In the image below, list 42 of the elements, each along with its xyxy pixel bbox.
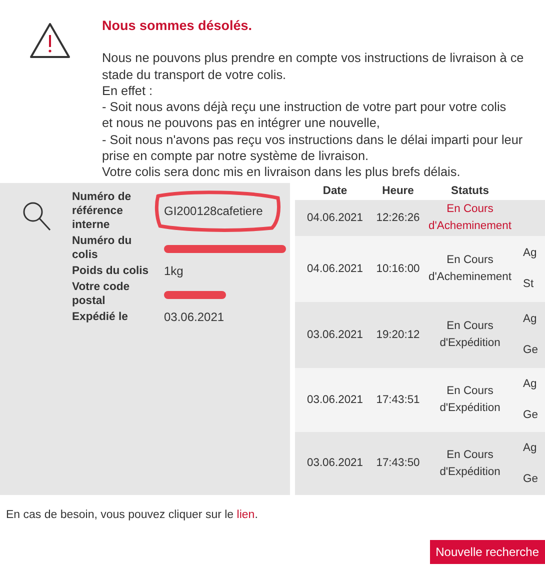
table-cell-text: 04.06.2021 <box>306 210 364 226</box>
error-title: Nous sommes désolés. <box>102 17 254 35</box>
status-cell-text: En Cours d'Acheminement <box>428 253 512 285</box>
table-cell-text: Ag <box>523 246 537 262</box>
field-label: Votre code postal <box>72 280 131 308</box>
status-cell-text: En Cours d'Expédition <box>438 448 502 480</box>
table-cell-text: 17:43:51 <box>375 392 421 408</box>
status-cell-text: En Cours d'Expédition <box>438 319 502 351</box>
table-cell-text: 03.06.2021 <box>306 456 364 472</box>
table-cell-text: Ge <box>523 343 538 358</box>
column-header: Date <box>322 184 348 200</box>
table-cell-text: Ag <box>523 440 537 456</box>
field-value: GI200128cafetiere <box>164 204 263 218</box>
field-label: Poids du colis <box>72 264 150 278</box>
table-cell-text: Ag <box>523 377 537 392</box>
field-value: 1kg <box>164 264 184 278</box>
table-cell-text: Ag <box>523 312 537 328</box>
field-label: Numéro du colis <box>72 234 133 262</box>
table-cell-text: St <box>523 277 534 292</box>
table-cell-text: Ge <box>523 408 538 423</box>
new-search-button[interactable]: Nouvelle recherche <box>430 540 545 564</box>
error-message: Nous ne pouvons plus prendre en compte vos instructions de livraison à ce stade du transport de votre colis. En effet : - Soit nous avons déjà reçu une instruction de votre part pour votre colis et nous ne pouvons pas en intégrer une nouvelle, - Soit nous n'avons pas reçu vos instructions dans le délai imparti pour leur prise en compte par notre système de livraison. Votre colis sera donc mis en livraison dans les plus brefs délais. <box>102 50 524 181</box>
table-cell-text: 04.06.2021 <box>306 262 364 277</box>
column-header: Statuts <box>450 184 490 200</box>
table-cell-text: 03.06.2021 <box>306 392 364 408</box>
table-cell-text: 03.06.2021 <box>306 328 364 343</box>
table-cell-text: Ge <box>523 472 538 486</box>
help-text: En cas de besoin, vous pouvez cliquer sur le lien. <box>6 508 259 523</box>
table-cell-text: 17:43:50 <box>375 456 421 472</box>
table-cell-text: 12:26:26 <box>375 210 421 226</box>
search-icon <box>22 201 52 233</box>
field-label: Expédié le <box>72 310 129 324</box>
warning-icon <box>28 21 72 61</box>
table-cell-text: 19:20:12 <box>375 328 421 343</box>
table-cell-text: 10:16:00 <box>375 262 421 277</box>
field-label: Numéro de référence interne <box>72 190 132 232</box>
field-value: 03.06.2021 <box>164 310 224 324</box>
status-cell-text: En Cours d'Acheminement <box>428 202 512 234</box>
help-link[interactable]: lien <box>236 509 255 521</box>
column-header: Heure <box>381 184 415 200</box>
redaction-mark <box>164 290 226 300</box>
status-cell-text: En Cours d'Expédition <box>438 384 502 416</box>
